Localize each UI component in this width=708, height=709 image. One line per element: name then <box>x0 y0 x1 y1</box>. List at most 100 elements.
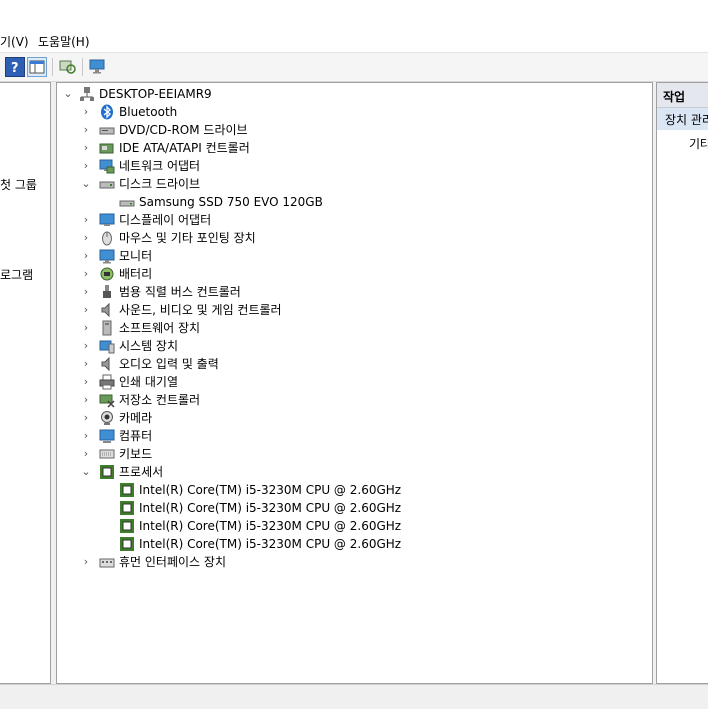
tree-item-software[interactable]: › 소프트웨어 장치 <box>57 319 647 337</box>
network-adapter-icon <box>99 159 115 174</box>
disk-drive-icon <box>119 200 135 207</box>
hid-icon <box>99 558 115 568</box>
expand-chevron-icon[interactable]: › <box>81 301 91 319</box>
expand-chevron-icon[interactable]: › <box>81 211 91 229</box>
printer-icon <box>99 374 115 390</box>
expand-chevron-icon[interactable]: › <box>81 427 91 445</box>
tree-item-cpu[interactable]: Intel(R) Core(TM) i5-3230M CPU @ 2.60GHz <box>57 499 647 517</box>
show-hide-console-tree-button[interactable] <box>27 57 47 77</box>
tree-item-storage[interactable]: › 저장소 컨트롤러 <box>57 391 647 409</box>
keyboard-icon <box>99 449 115 459</box>
expand-chevron-icon[interactable]: › <box>81 283 91 301</box>
tree-item-label: Intel(R) Core(TM) i5-3230M CPU @ 2.60GHz <box>139 537 402 551</box>
tree-item-label: 휴먼 인터페이스 장치 <box>119 555 226 569</box>
monitor-icon <box>89 59 105 74</box>
tree-item-cpu[interactable]: Intel(R) Core(TM) i5-3230M CPU @ 2.60GHz <box>57 481 647 499</box>
menu-view[interactable]: 기(V) <box>0 33 29 50</box>
expand-chevron-icon[interactable]: › <box>81 265 91 283</box>
tree-item-keyboard[interactable]: › 키보드 <box>57 445 647 463</box>
status-bar <box>0 684 708 709</box>
processor-icon <box>120 537 134 551</box>
tree-item-label: 디스플레이 어댑터 <box>119 213 212 227</box>
tree-item-disk[interactable]: ⌄ 디스크 드라이브 <box>57 175 647 193</box>
tree-item-cpu[interactable]: Intel(R) Core(TM) i5-3230M CPU @ 2.60GHz <box>57 535 647 553</box>
tree-item-sound[interactable]: › 사운드, 비디오 및 게임 컨트롤러 <box>57 301 647 319</box>
device-tree-pane: ⌄ DESKTOP-EEIAMR9 › Bluetooth › DVD/CD-R… <box>56 82 653 684</box>
expand-chevron-icon[interactable]: › <box>81 121 91 139</box>
tree-item-cpu[interactable]: Intel(R) Core(TM) i5-3230M CPU @ 2.60GHz <box>57 517 647 535</box>
expand-chevron-icon[interactable]: › <box>81 337 91 355</box>
monitor-button[interactable] <box>88 57 108 77</box>
left-pane-item-1[interactable]: 첫 그룹 <box>0 176 37 193</box>
tree-item-battery[interactable]: › 배터리 <box>57 265 647 283</box>
tree-item-label: 네트워크 어댑터 <box>119 159 201 173</box>
speaker-icon <box>101 302 110 318</box>
tree-item-audio-io[interactable]: › 오디오 입력 및 출력 <box>57 355 647 373</box>
tree-item-dvd[interactable]: › DVD/CD-ROM 드라이브 <box>57 121 647 139</box>
help-icon-button[interactable]: ? <box>5 57 25 77</box>
computer-network-icon <box>80 87 94 101</box>
expand-chevron-icon[interactable]: › <box>81 373 91 391</box>
tree-item-label: 소프트웨어 장치 <box>119 321 201 335</box>
tree-item-label: 키보드 <box>119 447 153 461</box>
tree-item-monitor[interactable]: › 모니터 <box>57 247 647 265</box>
scan-hardware-icon <box>59 60 76 74</box>
tree-item-system[interactable]: › 시스템 장치 <box>57 337 647 355</box>
tree-item-print-queue[interactable]: › 인쇄 대기열 <box>57 373 647 391</box>
toolbar-separator <box>82 58 83 76</box>
expand-chevron-icon[interactable]: › <box>81 553 91 571</box>
expand-chevron-icon[interactable]: › <box>81 103 91 121</box>
left-pane-item-2[interactable]: 로그램 <box>0 266 33 283</box>
tree-item-disk-child[interactable]: Samsung SSD 750 EVO 120GB <box>57 193 647 211</box>
scan-hardware-button[interactable] <box>58 57 78 77</box>
collapse-chevron-icon[interactable]: ⌄ <box>81 463 91 481</box>
tree-item-network[interactable]: › 네트워크 어댑터 <box>57 157 647 175</box>
tree-item-label: 오디오 입력 및 출력 <box>119 357 219 371</box>
tree-item-mouse[interactable]: › 마우스 및 기타 포인팅 장치 <box>57 229 647 247</box>
tree-item-display[interactable]: › 디스플레이 어댑터 <box>57 211 647 229</box>
bluetooth-icon <box>101 104 113 120</box>
menu-bar: 기(V) 도움말(H) <box>0 30 708 53</box>
tree-item-label: DVD/CD-ROM 드라이브 <box>119 123 248 137</box>
tree-item-usb[interactable]: › 범용 직렬 버스 컨트롤러 <box>57 283 647 301</box>
processor-icon <box>120 519 134 533</box>
expand-chevron-icon[interactable]: › <box>81 355 91 373</box>
tree-item-label: 카메라 <box>119 411 153 425</box>
display-adapter-icon <box>99 213 115 226</box>
processor-icon <box>100 465 114 479</box>
actions-header: 작업 <box>657 83 708 108</box>
expand-chevron-icon[interactable]: › <box>81 319 91 337</box>
expand-chevron-icon[interactable]: › <box>81 391 91 409</box>
collapse-chevron-icon[interactable]: ⌄ <box>63 85 73 103</box>
tree-root[interactable]: ⌄ DESKTOP-EEIAMR9 <box>57 85 647 103</box>
tree-item-label: Intel(R) Core(TM) i5-3230M CPU @ 2.60GHz <box>139 501 402 515</box>
mouse-icon <box>102 231 112 246</box>
expand-chevron-icon[interactable]: › <box>81 157 91 175</box>
expand-chevron-icon[interactable]: › <box>81 139 91 157</box>
tree-item-camera[interactable]: › 카메라 <box>57 409 647 427</box>
expand-chevron-icon[interactable]: › <box>81 409 91 427</box>
expand-chevron-icon[interactable]: › <box>81 229 91 247</box>
tree-item-hid[interactable]: › 휴먼 인터페이스 장치 <box>57 553 647 571</box>
tree-item-bluetooth[interactable]: › Bluetooth <box>57 103 647 121</box>
toolbar-separator <box>52 58 53 76</box>
battery-icon <box>100 267 114 281</box>
audio-icon <box>101 356 110 372</box>
tree-item-label: 저장소 컨트롤러 <box>119 393 201 407</box>
tree-item-computer[interactable]: › 컴퓨터 <box>57 427 647 445</box>
collapse-chevron-icon[interactable]: ⌄ <box>81 175 91 193</box>
tree-item-processor[interactable]: ⌄ 프로세서 <box>57 463 647 481</box>
actions-more-item[interactable]: 기타 <box>689 135 708 152</box>
expand-chevron-icon[interactable]: › <box>81 247 91 265</box>
tree-item-ide[interactable]: › IDE ATA/ATAPI 컨트롤러 <box>57 139 647 157</box>
processor-icon <box>120 501 134 515</box>
storage-controller-icon <box>99 394 115 408</box>
ide-controller-icon <box>99 143 114 154</box>
actions-section-label: 장치 관리 <box>665 113 708 127</box>
tree-item-label: 프로세서 <box>119 465 164 479</box>
usb-icon <box>103 285 111 298</box>
tree-item-label: Intel(R) Core(TM) i5-3230M CPU @ 2.60GHz <box>139 483 402 497</box>
expand-chevron-icon[interactable]: › <box>81 445 91 463</box>
actions-section[interactable]: 장치 관리 <box>657 108 708 130</box>
menu-help[interactable]: 도움말(H) <box>38 33 90 50</box>
